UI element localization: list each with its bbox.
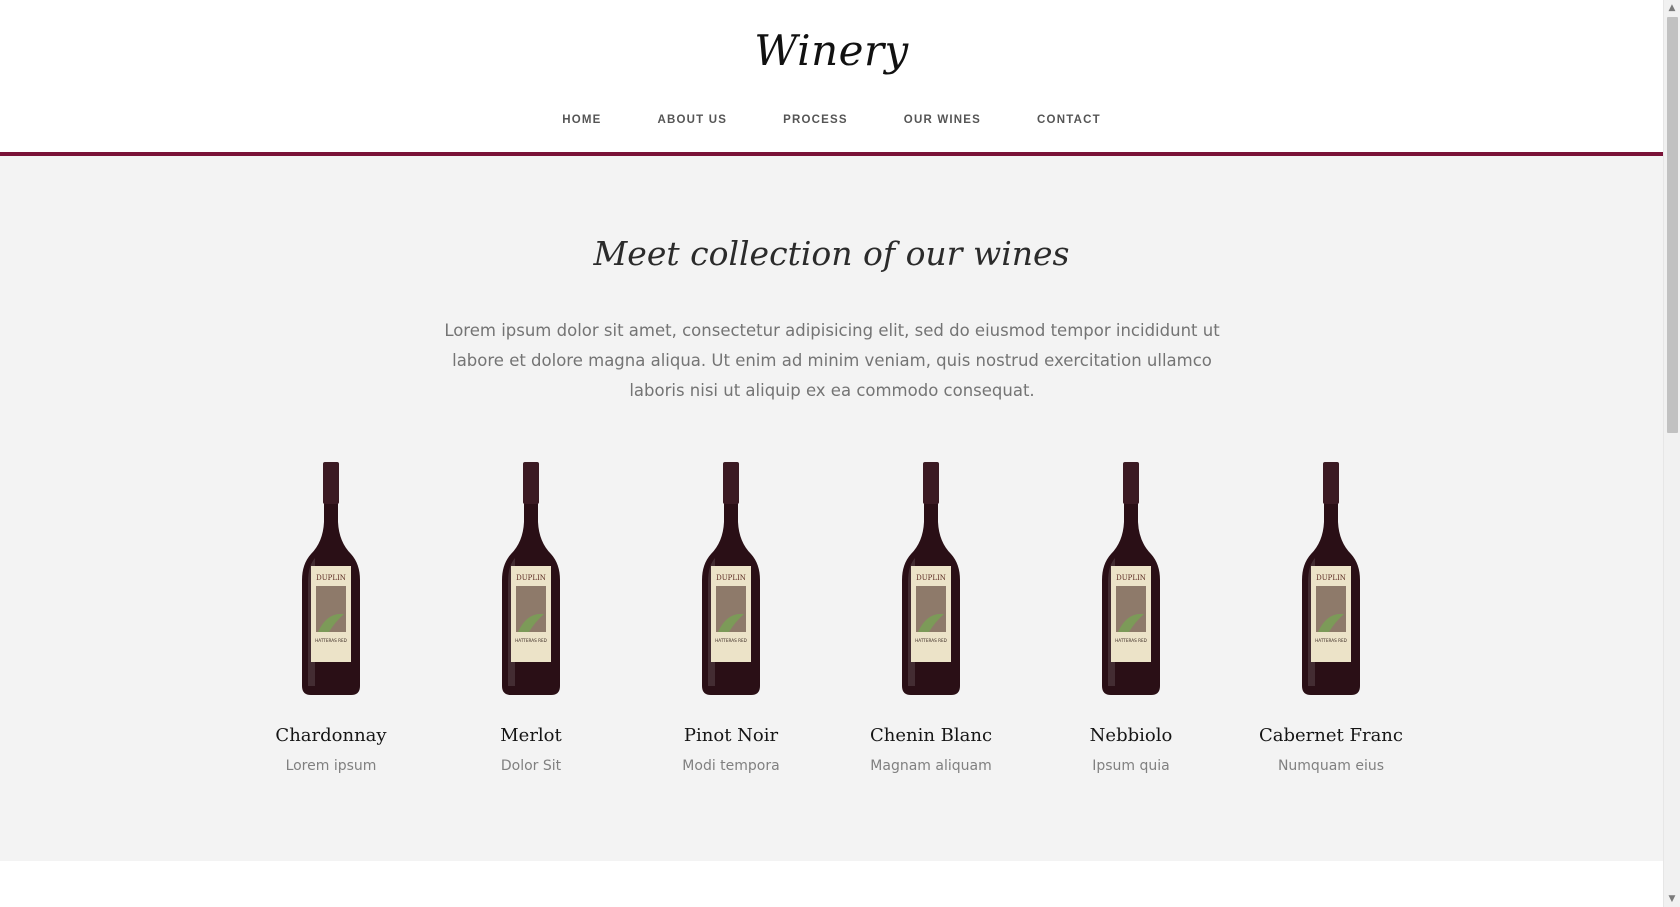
nav-home[interactable]: HOME xyxy=(562,114,601,126)
wine-bottle-image: DUPLIN HATTERAS RED xyxy=(1102,462,1160,695)
wine-bottle-image: DUPLIN HATTERAS RED xyxy=(702,462,760,695)
bottle-label-text: HATTERAS RED xyxy=(715,638,747,643)
nav-about-us[interactable]: ABOUT US xyxy=(658,114,728,126)
wine-card[interactable]: DUPLIN HATTERAS RED Pinot Noir Modi tempora xyxy=(631,462,831,782)
bottle-label-text: HATTERAS RED xyxy=(1115,638,1147,643)
wine-card[interactable]: DUPLIN HATTERAS RED Merlot Dolor Sit xyxy=(431,462,631,782)
main-nav: HOME ABOUT US PROCESS OUR WINES CONTACT xyxy=(0,114,1663,126)
scroll-up-arrow-icon[interactable]: ▲ xyxy=(1664,0,1680,16)
scroll-down-arrow-icon[interactable]: ▼ xyxy=(1664,891,1680,907)
site-header: Winery HOME ABOUT US PROCESS OUR WINES C… xyxy=(0,0,1663,156)
wine-subtitle: Dolor Sit xyxy=(500,758,562,774)
bottle-label-brand: DUPLIN xyxy=(1316,574,1346,582)
nav-our-wines[interactable]: OUR WINES xyxy=(904,114,981,126)
wine-bottle-image: DUPLIN HATTERAS RED xyxy=(902,462,960,695)
section-intro: Lorem ipsum dolor sit amet, consectetur … xyxy=(444,321,1220,400)
vertical-scrollbar[interactable]: ▲ ▼ xyxy=(1663,0,1680,907)
wine-bottle-image: DUPLIN HATTERAS RED xyxy=(302,462,360,695)
wine-grid: DUPLIN HATTERAS RED Chardonnay Lorem ipsum D… xyxy=(231,462,1431,782)
wine-name[interactable]: Nebbiolo xyxy=(1031,725,1231,746)
wine-subtitle: Magnam aliquam xyxy=(870,758,992,774)
wine-subtitle: Lorem ipsum xyxy=(285,758,377,774)
wine-name[interactable]: Cabernet Franc xyxy=(1231,725,1431,746)
scrollbar-thumb[interactable] xyxy=(1667,17,1678,433)
wine-subtitle: Ipsum quia xyxy=(1092,758,1170,774)
wine-card[interactable]: DUPLIN HATTERAS RED Cabernet Franc Numquam … xyxy=(1231,462,1431,782)
page: Winery HOME ABOUT US PROCESS OUR WINES C… xyxy=(0,0,1663,907)
wine-name[interactable]: Chardonnay xyxy=(231,725,431,746)
bottle-label-text: HATTERAS RED xyxy=(1315,638,1347,643)
nav-process[interactable]: PROCESS xyxy=(783,114,848,126)
nav-contact[interactable]: CONTACT xyxy=(1037,114,1101,126)
wine-card[interactable]: DUPLIN HATTERAS RED Chardonnay Lorem ipsum xyxy=(231,462,431,782)
wine-subtitle: Numquam eius xyxy=(1277,758,1385,774)
wine-name[interactable]: Pinot Noir xyxy=(631,725,831,746)
wine-collection-section: Meet collection of our wines Lorem ipsum… xyxy=(0,156,1663,861)
bottle-label-text: HATTERAS RED xyxy=(515,638,547,643)
wine-bottle-image: DUPLIN HATTERAS RED xyxy=(1302,462,1360,695)
bottle-label-brand: DUPLIN xyxy=(316,574,346,582)
bottle-label-brand: DUPLIN xyxy=(916,574,946,582)
bottle-label-brand: DUPLIN xyxy=(1116,574,1146,582)
site-logo[interactable]: Winery xyxy=(0,26,1663,75)
wine-subtitle: Modi tempora xyxy=(682,758,780,774)
wine-card[interactable]: DUPLIN HATTERAS RED Chenin Blanc Magnam ali… xyxy=(831,462,1031,782)
wine-name[interactable]: Chenin Blanc xyxy=(831,725,1031,746)
bottle-label-brand: DUPLIN xyxy=(716,574,746,582)
section-title: Meet collection of our wines xyxy=(593,234,1070,273)
wine-card[interactable]: DUPLIN HATTERAS RED Nebbiolo Ipsum quia xyxy=(1031,462,1231,782)
wine-name[interactable]: Merlot xyxy=(431,725,631,746)
wine-bottle-image: DUPLIN HATTERAS RED xyxy=(502,462,560,695)
bottle-label-brand: DUPLIN xyxy=(516,574,546,582)
bottle-label-text: HATTERAS RED xyxy=(915,638,947,643)
bottle-label-text: HATTERAS RED xyxy=(315,638,347,643)
